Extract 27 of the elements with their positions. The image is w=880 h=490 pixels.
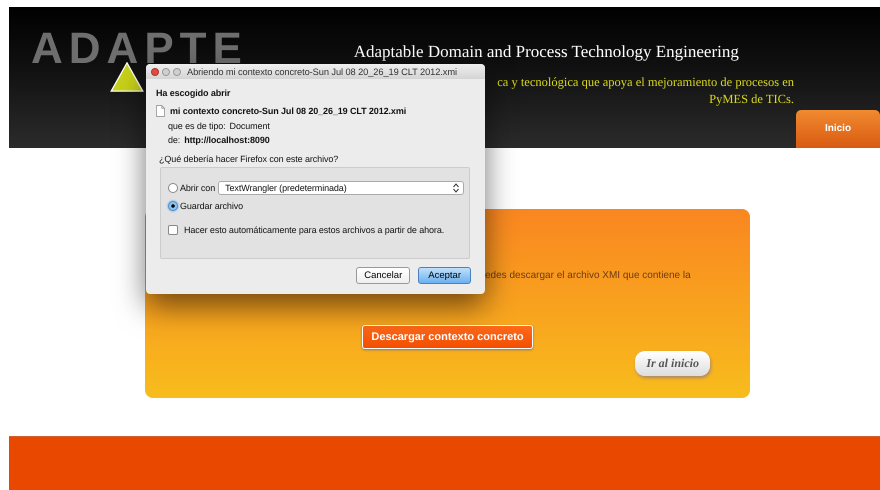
option-label[interactable]: Abrir con [180,182,216,192]
updown-icon [453,182,459,192]
dialog-heading: Ha escogido abrir [156,88,232,98]
radio-button[interactable] [168,182,178,192]
zoom-icon[interactable] [173,68,181,76]
question-text: ¿Qué debería hacer Firefox con este archivo? [159,154,340,164]
checkbox[interactable] [168,224,178,234]
accept-button[interactable]: Aceptar [418,267,471,284]
site-title: Adaptable Domain and Process Technology Engineering [352,42,739,62]
close-icon[interactable] [151,68,159,76]
from-value: http://localhost:8090 [184,135,270,145]
radio-button[interactable] [168,200,178,210]
option-label[interactable]: Guardar archivo [180,200,244,210]
site-subtitle: PyMES de TICs. [709,91,794,108]
app-dropdown[interactable]: TextWrangler (predeterminada) [218,180,464,194]
from-label: de: [168,135,180,145]
checkbox-label[interactable]: Hacer esto automáticamente para estos archivos a partir de ahora. [184,224,444,234]
triangle-icon [109,62,145,92]
type-label: que es de tipo: [168,121,226,131]
minimize-icon[interactable] [162,68,170,76]
cancel-button[interactable]: Cancelar [356,267,410,284]
site-subtitle: ca y tecnológica que apoya el mejoramiento de procesos en [497,74,794,91]
card-text: edes descargar el archivo XMI que contiene la [485,270,691,281]
home-button[interactable]: Ir al inicio [635,351,710,376]
type-value: Document [230,121,270,131]
file-icon [156,105,165,117]
file-name: mi contexto concreto-Sun Jul 08 20_26_19 CLT 2012.xmi [170,106,406,116]
